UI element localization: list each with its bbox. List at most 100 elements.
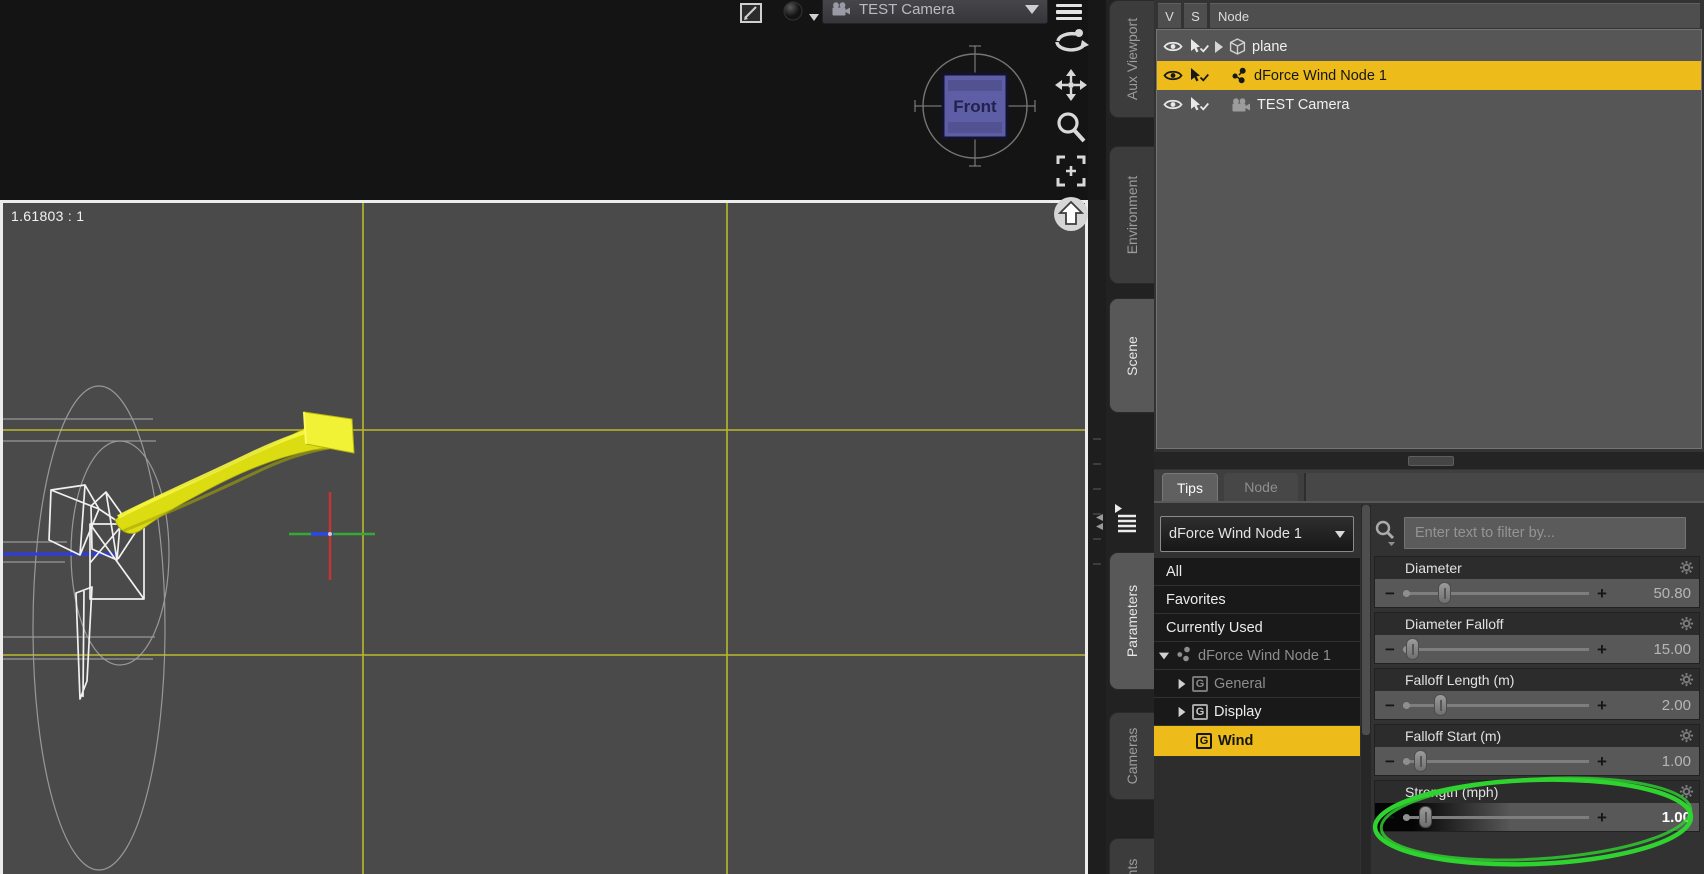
param-label: Diameter xyxy=(1405,560,1462,576)
node-label: TEST Camera xyxy=(1257,96,1350,113)
param-header: Falloff Start (m) xyxy=(1375,725,1699,747)
group-item-currently-used[interactable]: Currently Used xyxy=(1154,614,1360,642)
column-selectability[interactable]: S xyxy=(1184,3,1207,28)
slider-handle[interactable] xyxy=(1406,638,1420,660)
column-node[interactable]: Node xyxy=(1210,3,1700,28)
decrement-button[interactable]: − xyxy=(1383,585,1397,602)
scene-node-test-camera[interactable]: TEST Camera xyxy=(1157,90,1701,119)
gear-icon[interactable] xyxy=(1679,560,1694,575)
visibility-eye-icon[interactable] xyxy=(1163,40,1183,53)
increment-button[interactable]: + xyxy=(1595,585,1609,602)
slider-track[interactable] xyxy=(1403,806,1589,828)
increment-button[interactable]: + xyxy=(1595,809,1609,826)
frame-icon xyxy=(1056,155,1086,187)
gear-icon[interactable] xyxy=(1679,672,1694,687)
tree-item-display[interactable]: G Display xyxy=(1154,698,1360,726)
gear-icon[interactable] xyxy=(1679,616,1694,631)
draw-style-button[interactable] xyxy=(737,1,767,25)
decrement-button[interactable]: − xyxy=(1383,753,1397,770)
column-visibility[interactable]: V xyxy=(1158,3,1181,28)
scene-node-dforce-wind[interactable]: dForce Wind Node 1 xyxy=(1157,61,1701,90)
tab-tips[interactable]: Tips xyxy=(1162,473,1218,501)
params-scrollbar[interactable] xyxy=(1361,505,1371,874)
panel-splitter[interactable] xyxy=(1154,452,1704,469)
param-value[interactable]: 2.00 xyxy=(1633,697,1691,714)
slider-track[interactable] xyxy=(1403,694,1589,716)
decrement-button[interactable]: − xyxy=(1383,641,1397,658)
scrollbar-thumb[interactable] xyxy=(1362,505,1370,735)
tree-item-general[interactable]: G General xyxy=(1154,670,1360,698)
visibility-eye-icon[interactable] xyxy=(1163,69,1183,82)
shaded-sphere-icon xyxy=(783,1,802,21)
drawstyle-sphere-button[interactable] xyxy=(778,0,822,24)
home-view-button[interactable] xyxy=(1051,196,1091,232)
param-node-selector[interactable]: dForce Wind Node 1 xyxy=(1160,516,1354,552)
selectable-cursor-icon[interactable] xyxy=(1189,39,1209,54)
param-value[interactable]: 1.00 xyxy=(1633,753,1691,770)
gear-icon[interactable] xyxy=(1679,784,1694,799)
camera-selector-label: TEST Camera xyxy=(859,0,955,18)
decrement-button[interactable]: − xyxy=(1383,697,1397,714)
camera-icon xyxy=(832,2,850,16)
splitter-grip[interactable] xyxy=(1408,456,1454,466)
gear-icon[interactable] xyxy=(1679,728,1694,743)
slider-handle[interactable] xyxy=(1438,582,1452,604)
daz-studio-window: TEST Camera Front 1.61803: 1 Aux Viewpo… xyxy=(0,0,1704,874)
slider-handle[interactable] xyxy=(1413,750,1427,772)
tree-item-dforce-wind-node[interactable]: dForce Wind Node 1 xyxy=(1154,642,1360,670)
viewport-3d[interactable]: 1.61803 : 1 xyxy=(0,200,1088,874)
expand-icon[interactable] xyxy=(1178,678,1186,689)
sidebar-tab-aux-viewport[interactable]: Aux Viewport xyxy=(1109,0,1154,118)
slider-origin-dot xyxy=(1403,814,1410,821)
slider-track[interactable] xyxy=(1403,638,1589,660)
scene-node-plane[interactable]: plane xyxy=(1157,32,1701,61)
slider-track[interactable] xyxy=(1403,582,1589,604)
pane-options-button[interactable] xyxy=(1112,502,1142,538)
param-value[interactable]: 50.80 xyxy=(1633,585,1691,602)
filter-input[interactable] xyxy=(1404,517,1686,549)
slider-handle[interactable] xyxy=(1419,806,1433,828)
param-label: Falloff Start (m) xyxy=(1405,728,1502,744)
param-filter-row xyxy=(1374,513,1704,553)
increment-button[interactable]: + xyxy=(1595,753,1609,770)
view-cube[interactable]: Front xyxy=(913,40,1037,168)
camera-frame-grid xyxy=(3,203,1085,874)
param-slider-row: − + 50.80 xyxy=(1375,579,1699,607)
search-icon[interactable] xyxy=(1374,520,1396,546)
sidebar-tab-environment[interactable]: Environment xyxy=(1109,146,1154,284)
camera-selector[interactable]: TEST Camera xyxy=(822,0,1048,24)
sidebar-tab-cameras[interactable]: Cameras xyxy=(1109,712,1154,800)
scene-tree-header: V S Node xyxy=(1158,3,1700,28)
sidebar-tab-lights[interactable]: hts xyxy=(1109,838,1154,874)
scene-3d-view xyxy=(3,203,1085,874)
node-label: dForce Wind Node 1 xyxy=(1254,67,1387,84)
selectable-cursor-icon[interactable] xyxy=(1189,68,1209,83)
decrement-button[interactable]: − xyxy=(1383,809,1397,826)
group-item-all[interactable]: All xyxy=(1154,558,1360,586)
increment-button[interactable]: + xyxy=(1595,697,1609,714)
pane-collapse-icon[interactable] xyxy=(1093,512,1105,532)
sidebar-tab-parameters[interactable]: Parameters xyxy=(1109,552,1154,690)
visibility-eye-icon[interactable] xyxy=(1163,98,1183,111)
tree-item-wind[interactable]: G Wind xyxy=(1154,726,1360,757)
param-block-strength: Strength (mph) − + 1.00 xyxy=(1374,780,1700,832)
param-value[interactable]: 15.00 xyxy=(1633,641,1691,658)
frame-button[interactable] xyxy=(1051,153,1091,189)
collapse-icon[interactable] xyxy=(1158,652,1170,659)
viewport-edge-strip xyxy=(1088,200,1106,874)
slider-track[interactable] xyxy=(1403,750,1589,772)
viewport-menu-button[interactable] xyxy=(1052,1,1086,23)
pan-button[interactable] xyxy=(1051,67,1091,103)
param-value[interactable]: 1.00 xyxy=(1633,809,1691,826)
increment-button[interactable]: + xyxy=(1595,641,1609,658)
zoom-button[interactable] xyxy=(1051,110,1091,146)
tab-node[interactable]: Node xyxy=(1224,473,1298,501)
sidebar-tab-scene[interactable]: Scene xyxy=(1109,298,1154,413)
expand-icon[interactable] xyxy=(1178,706,1186,717)
selectable-cursor-icon[interactable] xyxy=(1189,97,1209,112)
group-item-favorites[interactable]: Favorites xyxy=(1154,586,1360,614)
orbit-button[interactable] xyxy=(1051,24,1091,60)
cube-icon xyxy=(1229,38,1246,55)
slider-handle[interactable] xyxy=(1434,694,1448,716)
expand-icon[interactable] xyxy=(1215,40,1223,53)
